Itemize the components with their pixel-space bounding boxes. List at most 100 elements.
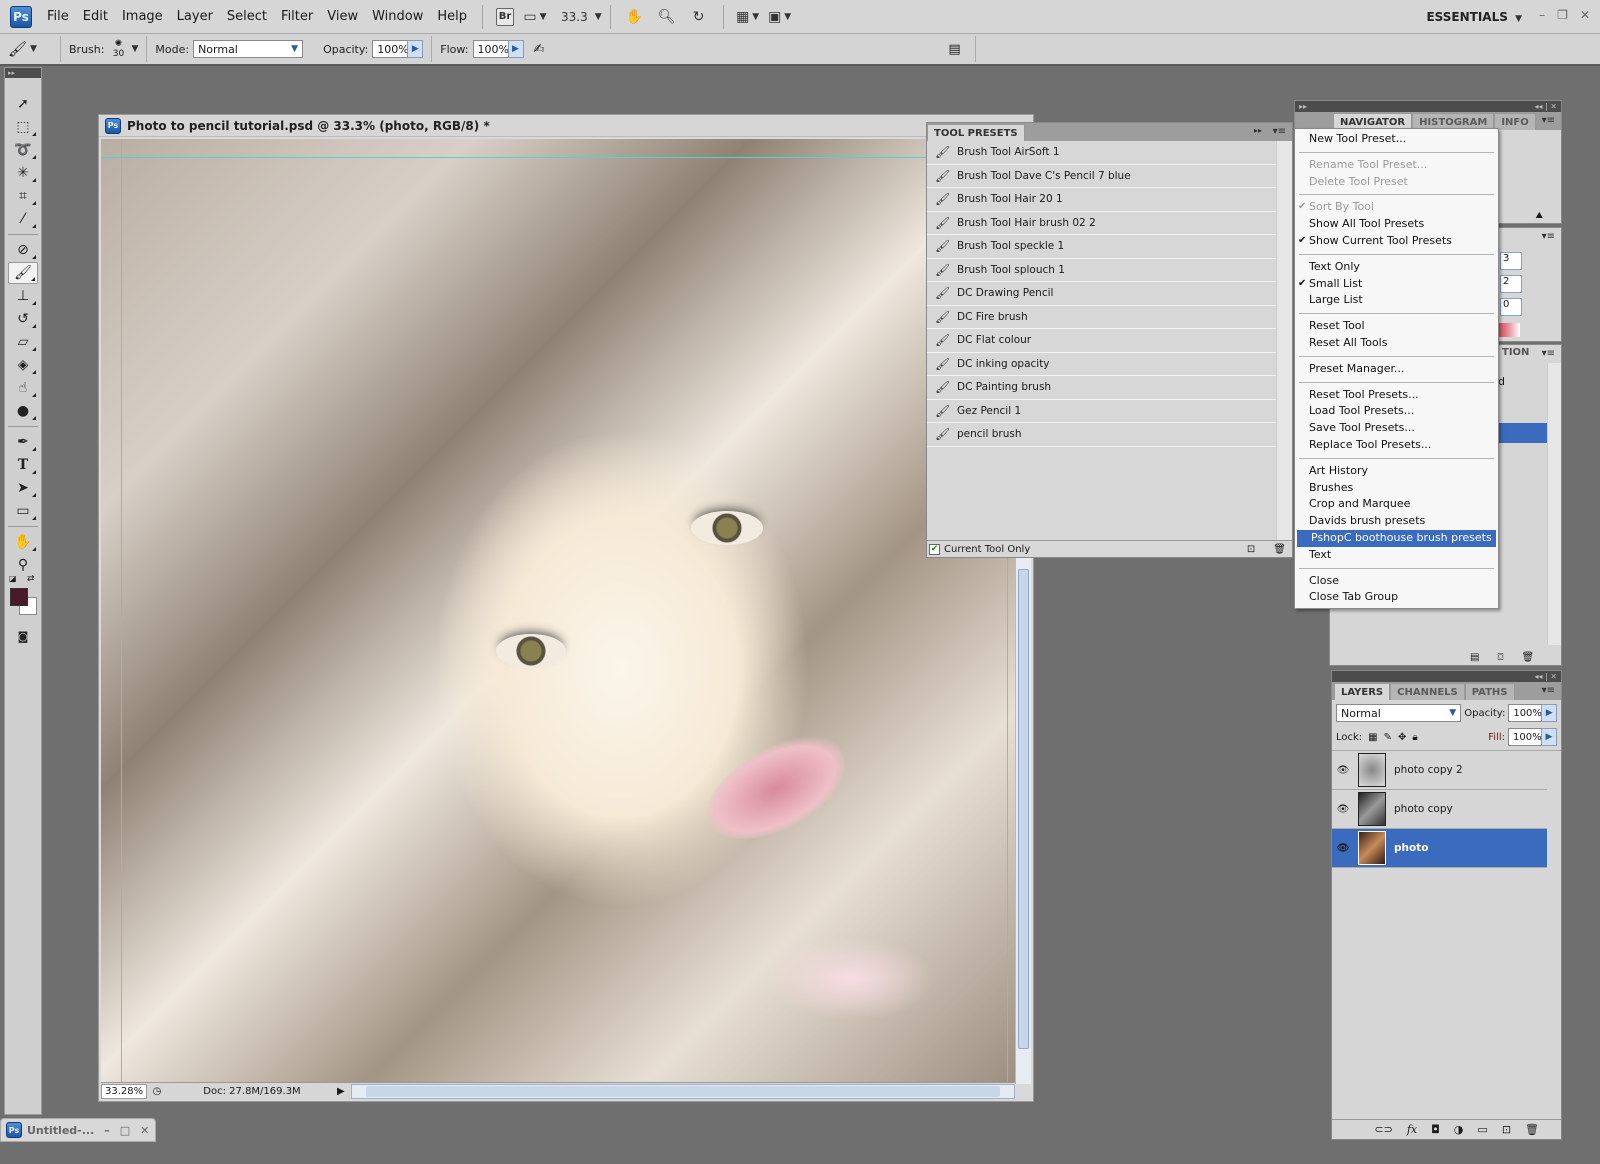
tab-paths[interactable]: PATHS xyxy=(1464,683,1515,700)
menu-item[interactable]: Load Tool Presets... xyxy=(1295,403,1498,420)
eraser-tool[interactable]: ▱ xyxy=(8,331,38,353)
path-selection-tool[interactable]: ➤ xyxy=(8,477,38,499)
preset-item[interactable]: 🖌︎ Brush Tool Hair brush 02 2 xyxy=(927,212,1276,235)
close-icon[interactable]: ✕ xyxy=(1580,8,1590,22)
color-value-b[interactable]: 0 xyxy=(1500,298,1522,316)
scrollbar-thumb[interactable] xyxy=(365,1085,1000,1097)
menu-item[interactable]: ✔ Small List xyxy=(1295,276,1498,293)
chevron-down-icon[interactable]: ▼ xyxy=(131,44,138,54)
minimize-icon[interactable]: – xyxy=(104,1124,110,1137)
preset-item[interactable]: 🖌︎ Brush Tool Hair 20 1 xyxy=(927,188,1276,212)
clock-icon[interactable]: ◷ xyxy=(147,1086,167,1097)
swap-colors-icon[interactable]: ⇄ xyxy=(27,574,35,584)
menu-item[interactable]: Close xyxy=(1295,573,1498,590)
history-brush-tool[interactable]: ↺ xyxy=(8,308,38,330)
group-icon[interactable]: ▭ xyxy=(1477,1123,1487,1136)
zoom-tool-button[interactable]: 🔍︎ xyxy=(656,7,678,27)
menu-item[interactable]: New Tool Preset... xyxy=(1295,131,1498,148)
arrange-documents-button[interactable]: ▦ ▼ xyxy=(736,7,759,27)
menu-item[interactable]: Close Tab Group xyxy=(1295,589,1498,606)
menu-edit[interactable]: Edit xyxy=(76,9,115,24)
lock-position-icon[interactable]: ✥ xyxy=(1398,732,1406,743)
menu-item[interactable]: ✔ Show Current Tool Presets xyxy=(1295,233,1498,250)
layer-opacity-field[interactable]: 100% xyxy=(1508,704,1543,722)
menu-filter[interactable]: Filter xyxy=(274,9,320,24)
eye-icon[interactable]: 👁︎ xyxy=(1332,804,1354,815)
menu-item[interactable]: Reset Tool xyxy=(1295,318,1498,335)
blend-mode-select[interactable]: Normal ▼ xyxy=(1336,704,1462,722)
screen-view-button[interactable]: ▭ ▼ xyxy=(523,7,546,27)
tool-preset-picker[interactable]: 🖌︎ ▼ xyxy=(8,40,52,58)
brush-tool[interactable]: 🖌︎ xyxy=(8,262,38,284)
panel-menu-icon[interactable]: ▾≡ xyxy=(1542,348,1555,359)
menu-select[interactable]: Select xyxy=(220,9,274,24)
crop-tool[interactable]: ⌗ xyxy=(8,185,38,207)
menu-item[interactable]: Reset Tool Presets... xyxy=(1295,387,1498,404)
foreground-color-swatch[interactable] xyxy=(10,588,28,606)
panel-menu-icon[interactable]: ▾≡ xyxy=(1542,115,1555,126)
zoom-in-icon[interactable]: ⛰ xyxy=(1535,211,1543,221)
toolbox-collapse-icon[interactable]: ▸▸ xyxy=(5,68,41,78)
link-icon[interactable]: ⊂⊃ xyxy=(1374,1123,1392,1136)
magic-wand-tool[interactable]: ✳ xyxy=(8,162,38,184)
move-tool[interactable]: ➚ xyxy=(8,93,38,115)
tab-tool-presets[interactable]: TOOL PRESETS xyxy=(927,124,1025,141)
tab-info[interactable]: INFO xyxy=(1494,113,1536,130)
trash-icon[interactable]: 🗑︎ xyxy=(1521,652,1534,663)
paint-bucket-tool[interactable]: ◈ xyxy=(8,354,38,376)
close-icon[interactable]: ✕ xyxy=(140,1124,149,1137)
tablet-pressure-button[interactable]: ▤ xyxy=(948,42,960,57)
layer-row[interactable]: 👁︎ photo copy xyxy=(1332,790,1547,829)
flow-field[interactable]: 100% xyxy=(472,40,509,58)
tab-layers[interactable]: LAYERS xyxy=(1334,683,1391,700)
trash-icon[interactable]: 🗑︎ xyxy=(1525,1123,1539,1136)
menu-help[interactable]: Help xyxy=(430,9,474,24)
new-preset-icon[interactable]: ⊡ xyxy=(1247,544,1255,555)
menu-item[interactable]: Replace Tool Presets... xyxy=(1295,437,1498,454)
type-tool[interactable]: T xyxy=(8,454,38,476)
fill-field[interactable]: 100% xyxy=(1508,728,1542,746)
minimize-icon[interactable]: – xyxy=(1539,8,1545,22)
preset-item[interactable]: 🖌︎ pencil brush xyxy=(927,423,1276,447)
blur-tool[interactable]: ☝ xyxy=(8,377,38,399)
camera-icon[interactable]: ⌼ xyxy=(1497,652,1503,663)
menu-item[interactable]: Brushes xyxy=(1295,480,1498,497)
preset-scrollbar[interactable] xyxy=(1276,141,1292,541)
brush-picker[interactable]: ✺ 30 xyxy=(108,39,128,59)
menu-window[interactable]: Window xyxy=(365,9,430,24)
menu-item[interactable]: Text Only xyxy=(1295,259,1498,276)
flow-slider-button[interactable]: ▶ xyxy=(507,40,524,58)
minimized-document[interactable]: Ps Untitled-... – □ ✕ xyxy=(0,1118,156,1142)
healing-brush-tool[interactable]: ⊘ xyxy=(8,239,38,261)
layer-row[interactable]: 👁︎ photo copy 2 xyxy=(1332,751,1547,790)
expand-icon[interactable]: ▸▸ xyxy=(1299,101,1307,112)
menu-item[interactable]: Crop and Marquee xyxy=(1295,496,1498,513)
workspace-switcher[interactable]: ESSENTIALS ▼ xyxy=(1426,10,1522,24)
preset-item[interactable]: 🖌︎ DC Painting brush xyxy=(927,376,1276,400)
color-value-g[interactable]: 2 xyxy=(1500,275,1522,293)
new-document-icon[interactable]: ▤ xyxy=(1470,652,1479,663)
panel-menu-icon[interactable]: ▾≡ xyxy=(1542,231,1555,242)
hand-tool-button[interactable]: ✋ xyxy=(624,7,646,27)
shape-tool[interactable]: ▭ xyxy=(8,500,38,522)
airbrush-toggle[interactable]: ✍ xyxy=(534,42,545,57)
pen-tool[interactable]: ✒ xyxy=(8,431,38,453)
preset-item[interactable]: 🖌︎ Gez Pencil 1 xyxy=(927,400,1276,423)
eye-icon[interactable]: 👁︎ xyxy=(1332,765,1354,776)
history-scrollbar[interactable] xyxy=(1547,363,1561,645)
default-colors-icon[interactable]: ◪ xyxy=(9,574,17,583)
new-layer-icon[interactable]: ⊡ xyxy=(1502,1123,1511,1136)
color-value-r[interactable]: 3 xyxy=(1500,252,1522,270)
dodge-tool[interactable]: ● xyxy=(8,400,38,422)
current-tool-only-checkbox[interactable]: ✔ xyxy=(929,543,940,555)
tab-partial[interactable]: TION xyxy=(1502,347,1529,358)
collapse-icon[interactable]: ▸▸ xyxy=(1254,126,1262,135)
marquee-tool[interactable]: ⬚ xyxy=(8,116,38,138)
menu-item[interactable]: Save Tool Presets... xyxy=(1295,420,1498,437)
horizontal-scrollbar[interactable] xyxy=(350,1083,1015,1099)
scrollbar-thumb[interactable] xyxy=(1018,569,1029,1049)
document-tab[interactable]: Ps Photo to pencil tutorial.psd @ 33.3% … xyxy=(99,115,1033,137)
zoom-field[interactable]: 33.28% xyxy=(101,1083,147,1099)
lock-pixels-icon[interactable]: ✎ xyxy=(1384,732,1392,743)
menu-item[interactable]: Large List xyxy=(1295,292,1498,309)
